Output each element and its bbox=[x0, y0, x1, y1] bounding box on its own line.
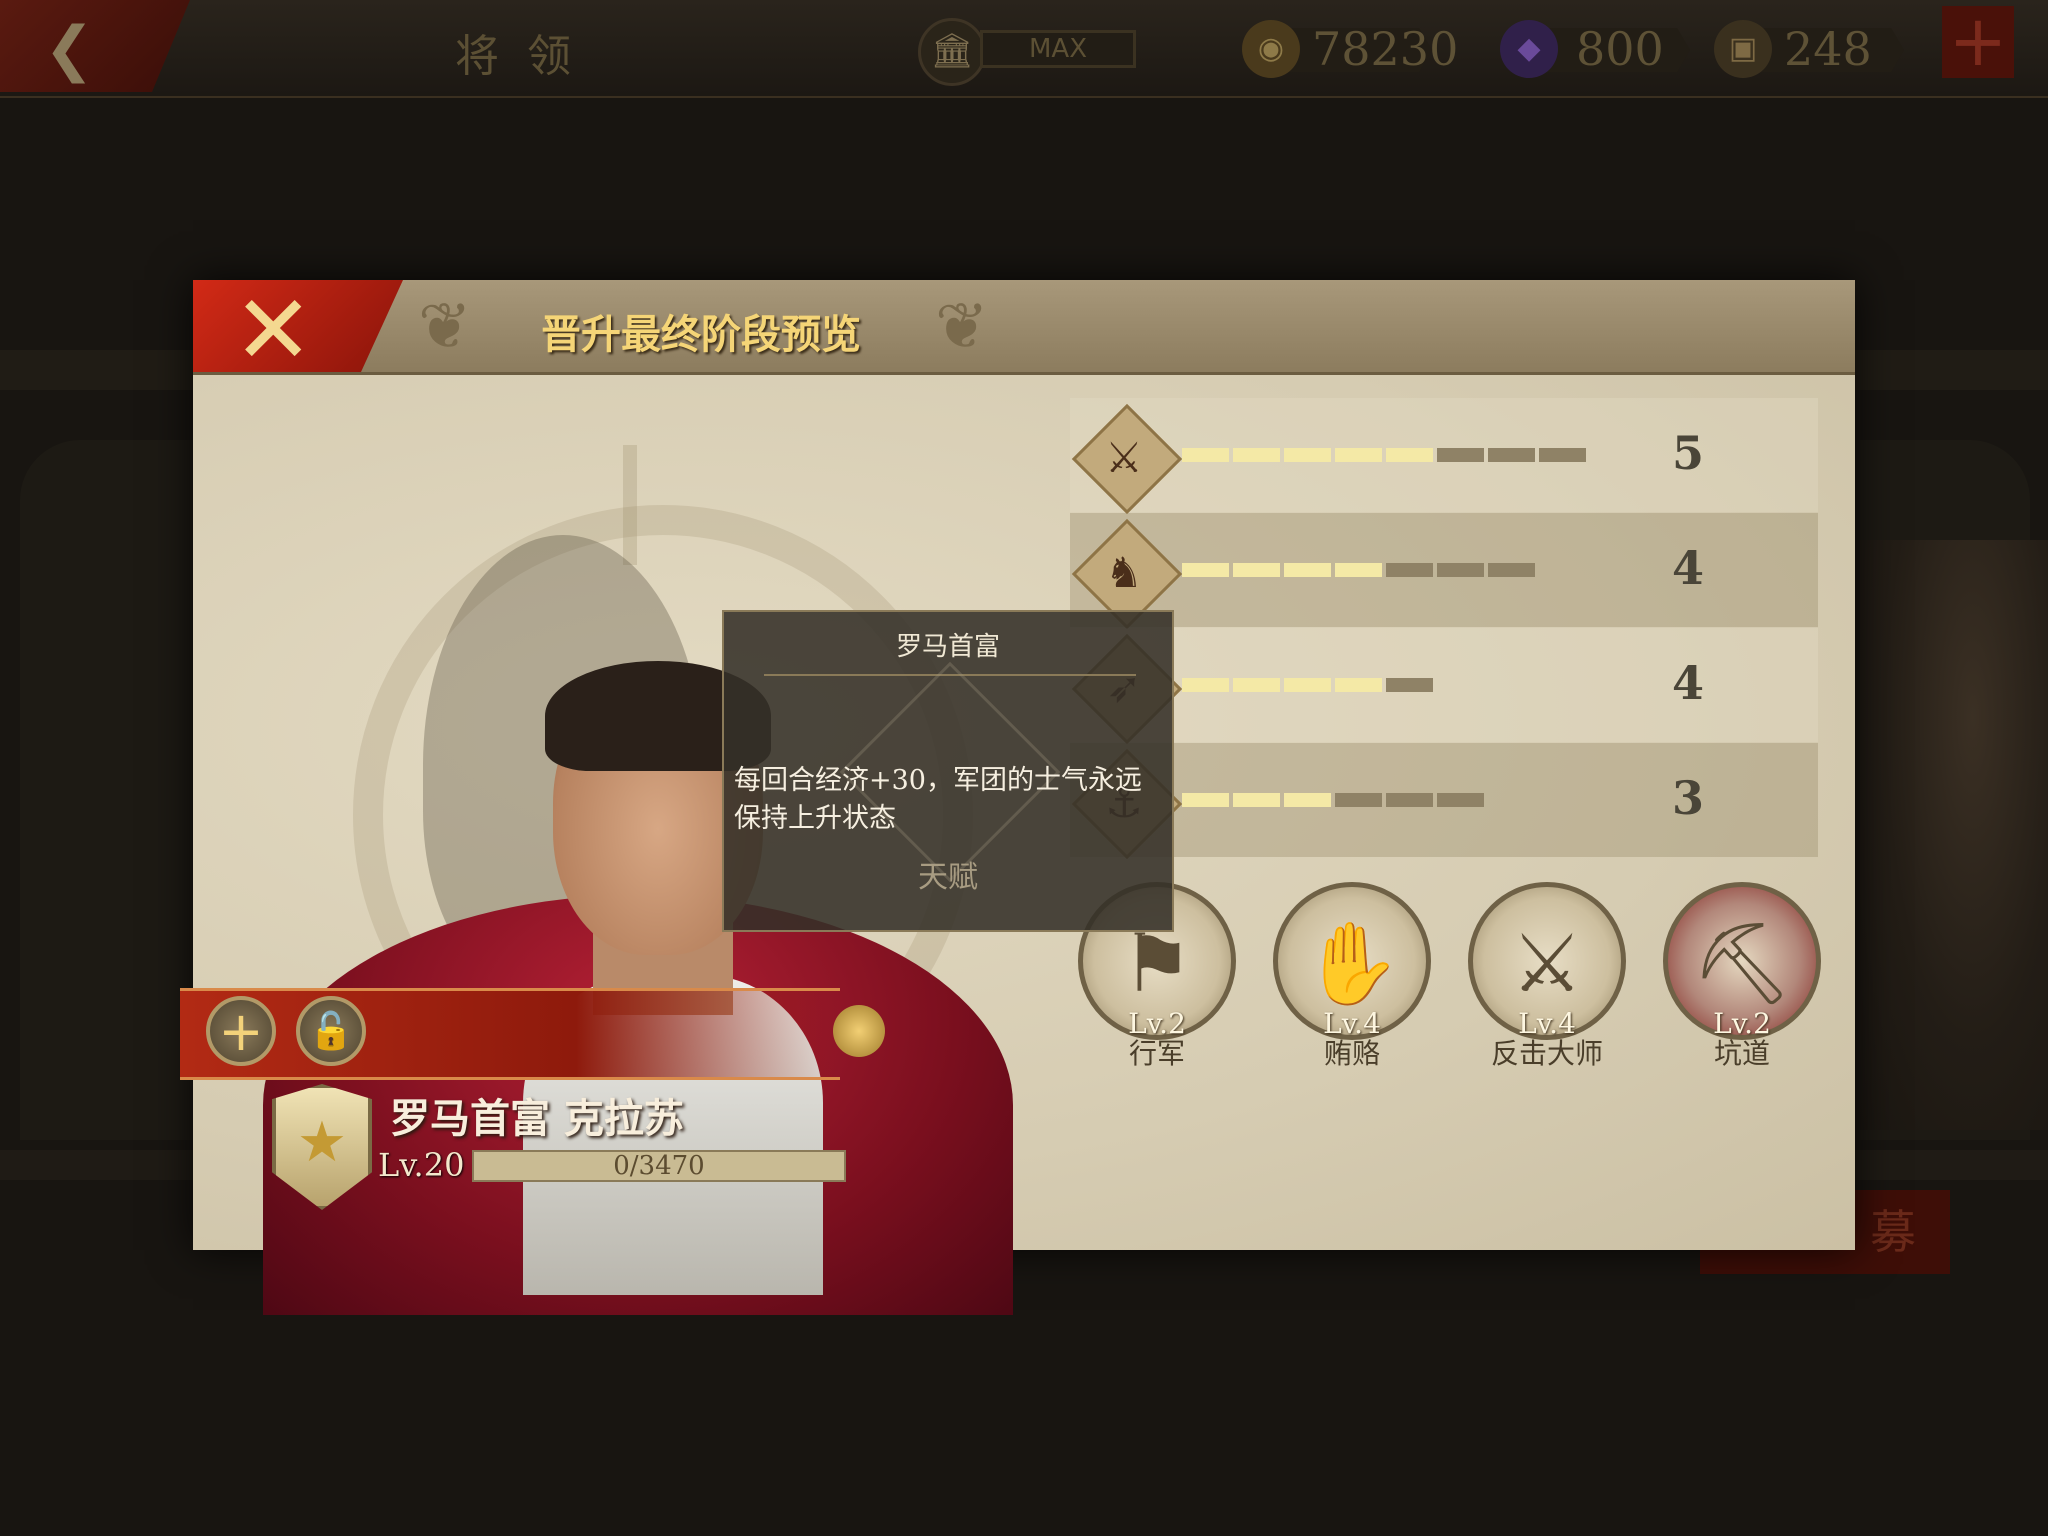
hero-level: Lv.20 bbox=[378, 1146, 465, 1184]
tunnel-icon: ⛏ bbox=[1691, 917, 1793, 1010]
coin-value: 78230 bbox=[1312, 22, 1459, 76]
stat-value: 5 bbox=[1672, 426, 1705, 480]
stat-segment bbox=[1386, 563, 1433, 577]
screen-title: 将领 bbox=[455, 31, 599, 82]
skill-level: Lv.2 bbox=[1713, 1007, 1771, 1040]
stat-segment bbox=[1284, 793, 1331, 807]
stat-value: 3 bbox=[1672, 771, 1705, 825]
stat-segment bbox=[1335, 563, 1382, 577]
hero-action-bar: + 🔓 bbox=[180, 988, 840, 1080]
gem-icon: ◆ bbox=[1500, 20, 1558, 78]
laurel-left-icon: ❦ bbox=[418, 290, 472, 364]
stat-segment bbox=[1386, 678, 1433, 692]
counter-icon: ⚔ bbox=[1511, 917, 1583, 1010]
stat-segment bbox=[1488, 563, 1535, 577]
stat-segment bbox=[1284, 563, 1331, 577]
stat-segment bbox=[1233, 793, 1280, 807]
skill-level: Lv.4 bbox=[1518, 1007, 1576, 1040]
back-arrow-icon: ❮ bbox=[44, 14, 95, 84]
modal-header: ✕ ❦ 晋升最终阶段预览 ❦ bbox=[193, 280, 1855, 375]
stat-segment bbox=[1284, 448, 1331, 462]
stat-segment bbox=[1386, 448, 1433, 462]
skill-bribe[interactable]: ✋ Lv.4 贿赂 bbox=[1267, 882, 1437, 1072]
unlock-button[interactable]: 🔓 bbox=[296, 996, 366, 1066]
stat-row-cavalry: ♞ 4 bbox=[1070, 513, 1818, 630]
stat-segment bbox=[1233, 563, 1280, 577]
treasure-value: 248 bbox=[1784, 22, 1872, 76]
tooltip-description: 每回合经济+30，军团的士气永远保持上升状态 bbox=[734, 765, 1142, 834]
add-button[interactable]: + bbox=[206, 996, 276, 1066]
coin-icon: ◉ bbox=[1242, 20, 1300, 78]
horse-icon: ♞ bbox=[1105, 548, 1143, 597]
stat-segment bbox=[1386, 793, 1433, 807]
add-resource-button[interactable]: + bbox=[1942, 6, 2014, 78]
skill-disc[interactable]: ⛏ Lv.2 bbox=[1663, 882, 1821, 1040]
tooltip-title: 罗马首富 bbox=[895, 632, 1000, 662]
stat-row-naval: ⚓ 3 bbox=[1070, 743, 1818, 860]
skill-disc[interactable]: ✋ Lv.4 bbox=[1273, 882, 1431, 1040]
stat-segment bbox=[1437, 563, 1484, 577]
stat-value: 4 bbox=[1672, 656, 1705, 710]
skill-disc[interactable]: ⚔ Lv.4 bbox=[1468, 882, 1626, 1040]
skill-tunnel[interactable]: ⛏ Lv.2 坑道 bbox=[1657, 882, 1827, 1072]
laurel-right-icon: ❦ bbox=[935, 290, 989, 364]
xp-bar: 0/3470 bbox=[472, 1150, 846, 1182]
sword-icon: ⚔ bbox=[1105, 433, 1143, 482]
stat-segment bbox=[1284, 678, 1331, 692]
resource-treasure[interactable]: ▣ 248 bbox=[1714, 16, 1924, 80]
treasure-icon: ▣ bbox=[1714, 20, 1772, 78]
stat-segment bbox=[1437, 448, 1484, 462]
modal-title: 晋升最终阶段预览 bbox=[541, 311, 861, 358]
skill-level: Lv.2 bbox=[1128, 1007, 1186, 1040]
stat-segment bbox=[1539, 448, 1586, 462]
stat-segment bbox=[1233, 678, 1280, 692]
gem-value: 800 bbox=[1576, 22, 1664, 76]
stat-segment bbox=[1488, 448, 1535, 462]
background-soldier bbox=[1860, 540, 2048, 1130]
stat-value: 4 bbox=[1672, 541, 1705, 595]
stats-panel: ⚔ 5 ♞ 4 ➶ 4 ⚓ 3 bbox=[1070, 398, 1818, 860]
stat-segment bbox=[1335, 678, 1382, 692]
stat-segment bbox=[1182, 678, 1229, 692]
skill-level: Lv.4 bbox=[1323, 1007, 1381, 1040]
stat-segment bbox=[1182, 563, 1229, 577]
skill-counter-master[interactable]: ⚔ Lv.4 反击大师 bbox=[1462, 882, 1632, 1072]
stat-row-attack: ⚔ 5 bbox=[1070, 398, 1818, 515]
stat-segment bbox=[1335, 448, 1382, 462]
tooltip-tag: 天赋 bbox=[918, 860, 978, 895]
star-icon: ★ bbox=[296, 1110, 348, 1175]
close-icon: ✕ bbox=[233, 280, 314, 386]
hero-name: 罗马首富 克拉苏 bbox=[390, 1095, 684, 1142]
stat-segment bbox=[1233, 448, 1280, 462]
stat-segment bbox=[1182, 448, 1229, 462]
stat-segment bbox=[1437, 793, 1484, 807]
stat-segment bbox=[1182, 793, 1229, 807]
resource-gem[interactable]: ◆ 800 bbox=[1500, 16, 1700, 80]
building-icon: 🏛 bbox=[918, 18, 986, 86]
talent-tooltip: 罗马首富 每回合经济+30，军团的士气永远保持上升状态 天赋 bbox=[722, 610, 1174, 932]
bribe-icon: ✋ bbox=[1302, 917, 1402, 1010]
stat-segment bbox=[1335, 793, 1382, 807]
building-level-badge: MAX bbox=[980, 30, 1136, 68]
resource-coin[interactable]: ◉ 78230 bbox=[1242, 16, 1472, 80]
stat-row-ranged: ➶ 4 bbox=[1070, 628, 1818, 745]
xp-text: 0/3470 bbox=[613, 1151, 705, 1181]
close-button[interactable]: ✕ bbox=[193, 280, 403, 372]
